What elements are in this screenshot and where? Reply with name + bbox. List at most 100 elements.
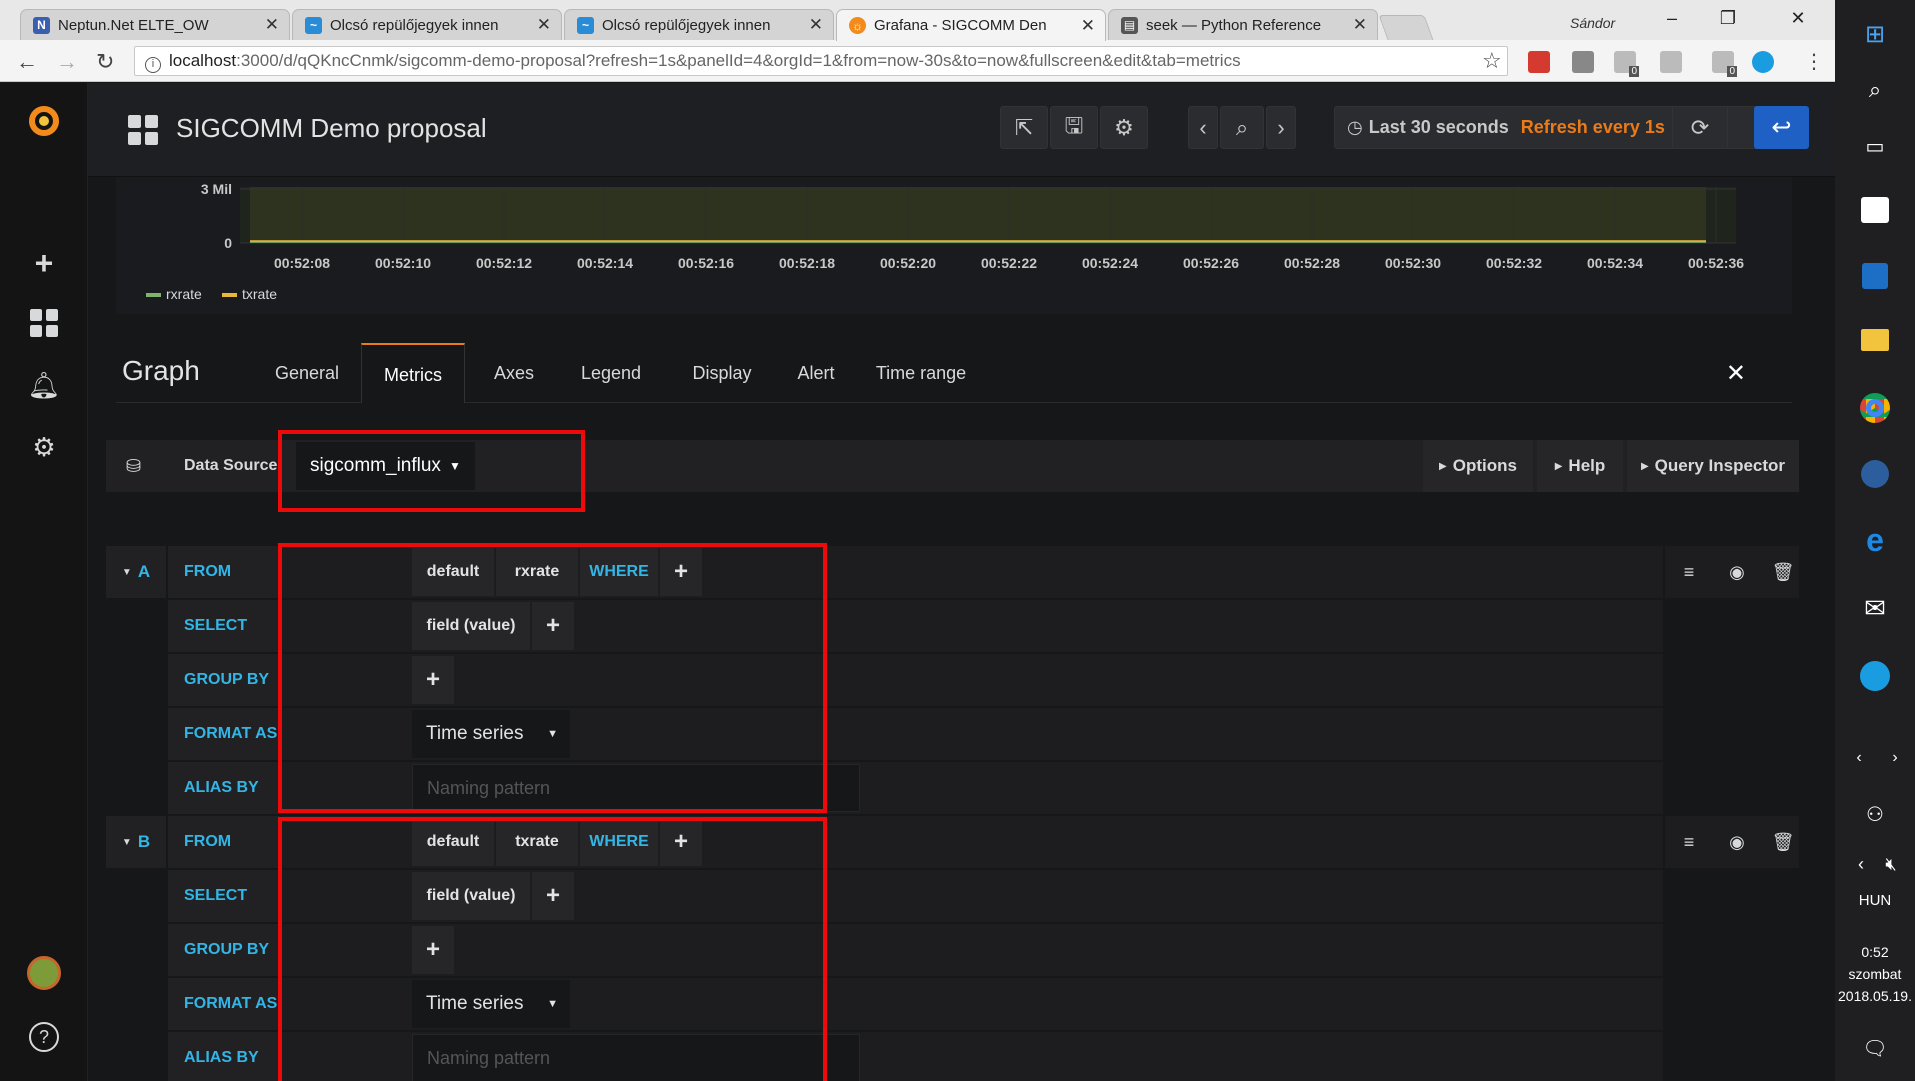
- chrome-menu-icon[interactable]: ⋮: [1804, 49, 1824, 74]
- datasource-select[interactable]: sigcomm_influx ▼: [296, 442, 475, 490]
- restore-icon[interactable]: ❐: [1708, 8, 1748, 29]
- query-inspector-button[interactable]: ▶ Query Inspector: [1627, 440, 1799, 492]
- dashboard-title[interactable]: SIGCOMM Demo proposal: [176, 113, 487, 144]
- add-where-button[interactable]: +: [660, 548, 702, 596]
- avatar[interactable]: [26, 955, 62, 991]
- close-tab-icon[interactable]: ✕: [809, 15, 823, 35]
- new-tab-button[interactable]: [1378, 15, 1434, 40]
- tab-metrics[interactable]: Metrics: [361, 343, 465, 403]
- clock-date[interactable]: 2018.05.19.: [1835, 988, 1915, 1004]
- eye-icon[interactable]: ◉: [1725, 830, 1749, 854]
- dashboards-icon[interactable]: [26, 305, 62, 341]
- extension-square-icon[interactable]: [1572, 51, 1594, 73]
- where-keyword[interactable]: WHERE: [580, 818, 658, 866]
- search-icon[interactable]: ⌕: [1857, 72, 1893, 108]
- retention-policy-segment[interactable]: default: [412, 818, 494, 866]
- reload-icon[interactable]: ↻: [96, 49, 114, 75]
- windows-start-icon[interactable]: ⊞: [1857, 16, 1893, 52]
- field-segment[interactable]: field (value): [412, 872, 530, 920]
- eye-icon[interactable]: ◉: [1725, 560, 1749, 584]
- options-button[interactable]: ▶ Options: [1423, 440, 1533, 492]
- hamburger-menu-icon[interactable]: ≡: [1677, 560, 1701, 584]
- extension-gray-icon-2[interactable]: 0: [1712, 51, 1737, 77]
- hamburger-menu-icon[interactable]: ≡: [1677, 830, 1701, 854]
- add-where-button[interactable]: +: [660, 818, 702, 866]
- measurement-segment[interactable]: txrate: [496, 818, 578, 866]
- measurement-segment[interactable]: rxrate: [496, 548, 578, 596]
- time-back-button[interactable]: ‹: [1188, 106, 1218, 149]
- field-segment[interactable]: field (value): [412, 602, 530, 650]
- skype-icon[interactable]: [1857, 658, 1893, 694]
- taskbar-scroll-left-icon[interactable]: ‹: [1841, 740, 1877, 776]
- add-group-by-button[interactable]: +: [412, 656, 454, 704]
- refresh-button[interactable]: ⟳: [1672, 106, 1728, 149]
- close-tab-icon[interactable]: ✕: [537, 15, 551, 35]
- retention-policy-segment[interactable]: default: [412, 548, 494, 596]
- chrome-icon[interactable]: [1857, 390, 1893, 426]
- mail-icon[interactable]: ✉: [1857, 590, 1893, 626]
- browser-tab-flights-2[interactable]: ~ Olcsó repülőjegyek innen ✕: [564, 9, 834, 40]
- trash-icon[interactable]: 🗑︎: [1771, 560, 1795, 584]
- browser-tab-flights-1[interactable]: ~ Olcsó repülőjegyek innen ✕: [292, 9, 562, 40]
- add-select-button[interactable]: +: [532, 602, 574, 650]
- query-a-toggle[interactable]: ▼ A: [106, 546, 166, 598]
- settings-button[interactable]: ⚙: [1100, 106, 1148, 149]
- add-group-by-button[interactable]: +: [412, 926, 454, 974]
- save-button[interactable]: 🖫: [1050, 106, 1098, 149]
- profile-name[interactable]: Sándor: [1570, 15, 1615, 31]
- close-window-icon[interactable]: ✕: [1778, 8, 1818, 29]
- file-explorer-icon[interactable]: [1857, 322, 1893, 358]
- media-player-icon[interactable]: [1857, 258, 1893, 294]
- plus-icon[interactable]: +: [26, 245, 62, 281]
- bell-icon[interactable]: 🔔︎: [26, 367, 62, 403]
- tab-display[interactable]: Display: [672, 343, 772, 403]
- dashboard-grid-icon[interactable]: [128, 115, 158, 145]
- taskbar-scroll-right-icon[interactable]: ›: [1877, 740, 1913, 776]
- zoom-out-button[interactable]: ⌕: [1220, 106, 1264, 149]
- store-icon[interactable]: [1857, 192, 1893, 228]
- tab-time-range[interactable]: Time range: [861, 343, 981, 403]
- format-as-select[interactable]: Time series ▼: [412, 710, 570, 758]
- share-button[interactable]: ⇱: [1000, 106, 1048, 149]
- help-button[interactable]: ▶ Help: [1537, 440, 1623, 492]
- close-editor-icon[interactable]: ✕: [1726, 359, 1746, 388]
- time-forward-button[interactable]: ›: [1266, 106, 1296, 149]
- thunderbird-icon[interactable]: [1857, 456, 1893, 492]
- alias-by-input[interactable]: Naming pattern: [412, 764, 860, 812]
- query-b-toggle[interactable]: ▼ B: [106, 816, 166, 868]
- graph-plot-area[interactable]: 3 Mil 0 00:52:08 00:52:10 00:52:12 00:52:14 00…: [116, 177, 1792, 314]
- close-tab-icon[interactable]: ✕: [265, 15, 279, 35]
- browser-tab-python[interactable]: ▤ seek — Python Reference ✕: [1108, 9, 1378, 40]
- url-bar[interactable]: i localhost:3000/d/qQKncCnmk/sigcomm-demo…: [134, 46, 1508, 76]
- extension-lock-icon[interactable]: [1660, 51, 1682, 73]
- people-icon[interactable]: ⚇: [1857, 796, 1893, 832]
- extension-red-icon[interactable]: [1528, 51, 1550, 73]
- browser-tab-neptun[interactable]: N Neptun.Net ELTE_OW ✕: [20, 9, 290, 40]
- trash-icon[interactable]: 🗑︎: [1771, 830, 1795, 854]
- help-icon[interactable]: ?: [26, 1019, 62, 1055]
- close-tab-icon[interactable]: ✕: [1353, 15, 1367, 35]
- tab-general[interactable]: General: [252, 343, 362, 403]
- close-tab-icon[interactable]: ✕: [1081, 16, 1095, 36]
- format-as-select[interactable]: Time series ▼: [412, 980, 570, 1028]
- task-view-icon[interactable]: ▭: [1857, 128, 1893, 164]
- site-info-icon[interactable]: i: [145, 57, 161, 73]
- back-arrow-icon[interactable]: ←: [16, 49, 38, 75]
- tab-axes[interactable]: Axes: [474, 343, 554, 403]
- add-select-button[interactable]: +: [532, 872, 574, 920]
- volume-muted-icon[interactable]: 🔇︎: [1873, 846, 1909, 882]
- input-language[interactable]: HUN: [1835, 892, 1915, 909]
- where-keyword[interactable]: WHERE: [580, 548, 658, 596]
- extension-gray-icon[interactable]: 0: [1614, 51, 1639, 77]
- clock-time[interactable]: 0:52: [1835, 944, 1915, 960]
- clock-day[interactable]: szombat: [1835, 966, 1915, 982]
- grafana-logo-icon[interactable]: [26, 103, 62, 139]
- forward-arrow-icon[interactable]: →: [56, 49, 78, 75]
- gear-icon[interactable]: ⚙: [26, 429, 62, 465]
- bookmark-star-icon[interactable]: ☆: [1482, 48, 1502, 74]
- edge-icon[interactable]: e: [1857, 522, 1893, 558]
- tab-alert[interactable]: Alert: [776, 343, 856, 403]
- tab-legend[interactable]: Legend: [560, 343, 662, 403]
- back-to-dashboard-button[interactable]: ↩: [1754, 106, 1809, 149]
- browser-tab-grafana[interactable]: ☼ Grafana - SIGCOMM Den ✕: [836, 9, 1106, 41]
